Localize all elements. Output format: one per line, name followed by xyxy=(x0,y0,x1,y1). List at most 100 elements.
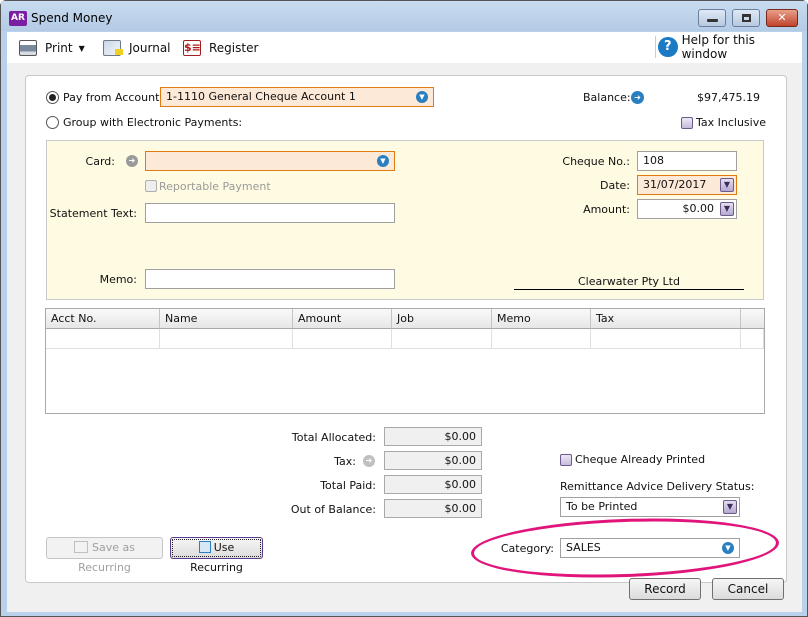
journal-button[interactable]: Journal xyxy=(103,38,171,58)
use-recurring-icon xyxy=(198,541,211,553)
help-icon: ? xyxy=(658,37,678,57)
remittance-status-select[interactable]: To be Printed ▼ xyxy=(560,497,740,517)
column-header-memo[interactable]: Memo xyxy=(492,309,591,329)
column-header-tax[interactable]: Tax xyxy=(591,309,741,329)
total-paid-label: Total Paid: xyxy=(320,479,376,492)
maximize-button[interactable] xyxy=(732,9,760,27)
total-paid-value: $0.00 xyxy=(384,475,482,494)
dropdown-icon: ▼ xyxy=(377,155,389,167)
tax-inclusive-checkbox[interactable] xyxy=(681,117,693,129)
printer-icon xyxy=(19,40,37,56)
table-cell[interactable] xyxy=(293,329,392,349)
pay-from-account-value: 1-1110 General Cheque Account 1 xyxy=(166,90,356,103)
cancel-button[interactable]: Cancel xyxy=(712,578,784,600)
pay-from-account-radio[interactable] xyxy=(46,91,59,104)
register-icon: $≡ xyxy=(183,40,201,56)
reportable-payment-label: Reportable Payment xyxy=(159,180,271,193)
table-cell[interactable] xyxy=(46,329,160,349)
form-body: Pay from Account: 1-1110 General Cheque … xyxy=(7,63,802,612)
use-recurring-button[interactable]: Use Recurring xyxy=(170,537,263,574)
minimize-button[interactable] xyxy=(698,9,726,27)
group-electronic-payments-radio[interactable] xyxy=(46,116,59,129)
print-label: Print xyxy=(45,41,73,55)
remittance-status-label: Remittance Advice Delivery Status: xyxy=(560,480,755,493)
toolbar-separator xyxy=(655,36,656,58)
category-select[interactable]: SALES ▼ xyxy=(560,538,740,558)
dropdown-icon: ▼ xyxy=(723,500,737,514)
date-label: Date: xyxy=(600,179,630,192)
pay-from-account-label: Pay from Account: xyxy=(63,91,164,104)
tax-label: Tax: xyxy=(334,455,356,468)
table-cell[interactable] xyxy=(392,329,492,349)
save-as-recurring-button[interactable]: Save as Recurring xyxy=(46,537,163,574)
tax-arrow-icon[interactable]: ➜ xyxy=(363,455,375,467)
table-cell[interactable] xyxy=(492,329,591,349)
cheque-no-value: 108 xyxy=(643,154,664,167)
cheque-no-input[interactable]: 108 xyxy=(637,151,737,171)
tax-inclusive-label: Tax Inclusive xyxy=(696,116,767,129)
dropdown-icon: ▼ xyxy=(416,91,428,103)
journal-icon xyxy=(103,40,123,56)
group-electronic-payments-label: Group with Electronic Payments: xyxy=(63,116,243,129)
balance-value: $97,475.19 xyxy=(697,91,760,104)
pay-from-account-select[interactable]: 1-1110 General Cheque Account 1 ▼ xyxy=(160,87,434,107)
memo-input[interactable] xyxy=(145,269,395,289)
calculator-dropdown-icon[interactable]: ▼ xyxy=(720,202,734,216)
spend-money-window: AR Spend Money ✕ Print ▼ Journal $≡ Regi… xyxy=(0,0,808,617)
column-header-amount[interactable]: Amount xyxy=(293,309,392,329)
record-button[interactable]: Record xyxy=(629,578,701,600)
column-header-acct-no[interactable]: Acct No. xyxy=(46,309,160,329)
cheque-already-printed-checkbox[interactable] xyxy=(560,454,572,466)
minimize-icon xyxy=(707,19,718,22)
save-recurring-icon xyxy=(74,541,89,553)
window-title: Spend Money xyxy=(31,11,113,25)
date-input[interactable]: 31/07/2017 ▼ xyxy=(637,175,737,195)
statement-text-input[interactable] xyxy=(145,203,395,223)
register-label: Register xyxy=(209,41,259,55)
amount-input[interactable]: $0.00 ▼ xyxy=(637,199,737,219)
memo-label: Memo: xyxy=(99,273,137,286)
chevron-down-icon: ▼ xyxy=(78,43,85,53)
card-arrow-icon[interactable]: ➜ xyxy=(126,155,138,167)
journal-label: Journal xyxy=(129,41,171,55)
close-icon: ✕ xyxy=(777,11,787,24)
balance-arrow-icon[interactable]: ➜ xyxy=(631,91,644,104)
app-logo-icon: AR xyxy=(9,11,27,26)
calendar-dropdown-icon[interactable]: ▼ xyxy=(720,178,734,192)
register-button[interactable]: $≡ Register xyxy=(183,38,258,58)
column-header-name[interactable]: Name xyxy=(160,309,293,329)
allocation-grid[interactable]: Acct No. Name Amount Job Memo Tax xyxy=(45,308,765,414)
table-cell[interactable] xyxy=(160,329,293,349)
total-allocated-label: Total Allocated: xyxy=(291,431,376,444)
cheque-already-printed-label: Cheque Already Printed xyxy=(575,453,706,466)
title-bar: AR Spend Money ✕ xyxy=(1,1,807,31)
amount-value: $0.00 xyxy=(682,202,715,215)
remittance-status-value: To be Printed xyxy=(566,500,638,513)
card-label: Card: xyxy=(85,155,115,168)
balance-label: Balance: xyxy=(583,91,631,104)
total-allocated-value: $0.00 xyxy=(384,427,482,446)
tax-value: $0.00 xyxy=(384,451,482,470)
close-button[interactable]: ✕ xyxy=(766,9,798,27)
cheque-panel: Card: ➜ ▼ Reportable Payment Statement T… xyxy=(46,140,764,300)
print-button[interactable]: Print ▼ xyxy=(19,38,85,58)
column-header-spacer xyxy=(741,309,764,329)
out-of-balance-value: $0.00 xyxy=(384,499,482,518)
amount-label: Amount: xyxy=(583,203,630,216)
category-value: SALES xyxy=(566,541,601,554)
category-label: Category: xyxy=(500,542,554,555)
card-select[interactable]: ▼ xyxy=(145,151,395,171)
column-header-job[interactable]: Job xyxy=(392,309,492,329)
payee-name: Clearwater Pty Ltd xyxy=(514,275,744,290)
main-panel: Pay from Account: 1-1110 General Cheque … xyxy=(25,75,787,583)
table-cell[interactable] xyxy=(591,329,741,349)
reportable-payment-checkbox[interactable] xyxy=(145,180,157,192)
statement-text-label: Statement Text: xyxy=(49,207,137,220)
date-value: 31/07/2017 xyxy=(643,178,707,191)
dropdown-icon: ▼ xyxy=(722,542,734,554)
help-label: Help for this window xyxy=(681,33,755,61)
table-cell xyxy=(741,329,764,349)
maximize-icon xyxy=(742,14,751,22)
help-button[interactable]: ? Help for this window xyxy=(658,33,802,61)
toolbar: Print ▼ Journal $≡ Register ? Help for t… xyxy=(7,32,802,63)
